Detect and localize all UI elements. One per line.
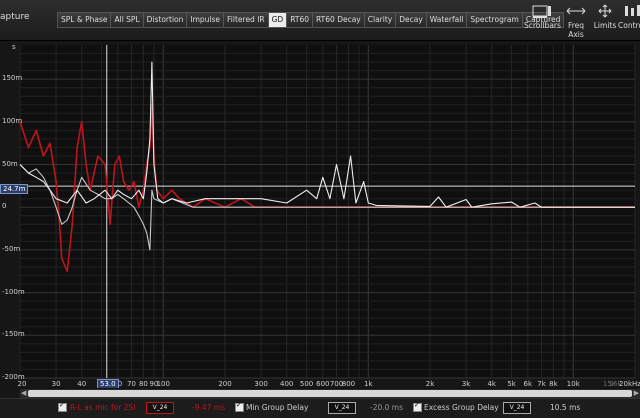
legend-value-excess-group-delay: 10.5 ms xyxy=(550,403,581,412)
x-tick-label: 200 xyxy=(218,380,232,388)
legend-checkbox-excess-group-delay[interactable] xyxy=(413,401,422,412)
x-tick-label: 20 xyxy=(17,380,27,388)
x-tick-label: 70 xyxy=(127,380,136,388)
y-tick-label: 0 xyxy=(2,202,7,211)
freq-axis-button[interactable]: Freq Axis xyxy=(561,4,591,39)
tab-waterfall[interactable]: Waterfall xyxy=(425,12,467,28)
y-tick-label: -150m xyxy=(2,330,25,339)
tab-spectrogram[interactable]: Spectrogram xyxy=(466,12,522,28)
x-tick-label: 600 xyxy=(316,380,330,388)
x-tick-label: 300 xyxy=(254,380,268,388)
limits-icon xyxy=(598,4,612,18)
top-toolbar: apture SPL & Phase All SPL Distortion Impul… xyxy=(0,0,640,41)
scroll-right-icon[interactable]: ▶ xyxy=(634,389,639,397)
x-tick-label: 80 xyxy=(138,380,148,388)
tab-filtered-ir[interactable]: Filtered IR xyxy=(223,12,268,28)
tab-rt60[interactable]: RT60 xyxy=(286,12,313,28)
x-tick-label: 5k xyxy=(507,380,516,388)
legend-swatch-min-group-delay[interactable]: V_24 xyxy=(328,402,356,414)
x-tick-label: 30 xyxy=(51,380,61,388)
x-tick-label: 10k xyxy=(566,380,580,388)
tab-distortion[interactable]: Distortion xyxy=(142,12,187,28)
tab-gd[interactable]: GD xyxy=(267,12,287,28)
scroll-left-icon[interactable]: ◀ xyxy=(21,389,26,397)
tab-spl-phase[interactable]: SPL & Phase xyxy=(57,12,111,28)
controls-icon xyxy=(625,5,640,16)
x-tick-label: 6k xyxy=(523,380,533,388)
controls-button[interactable]: Controls xyxy=(618,4,640,30)
scroll-thumb[interactable] xyxy=(28,390,632,397)
legend-value-measurement: -9.47 ms xyxy=(192,403,226,412)
legend-bar: R-L as mic for 2SI V_24 -9.47 ms Min Gro… xyxy=(0,398,640,418)
graph-canvas[interactable] xyxy=(0,40,640,396)
y-tick-label: 50m xyxy=(2,159,18,168)
legend-swatch-excess-group-delay[interactable]: V_24 xyxy=(503,402,531,414)
horizontal-scrollbar[interactable]: ◀ ▶ xyxy=(20,388,640,398)
scrollbars-button[interactable]: Scrollbars xyxy=(524,4,561,30)
legend-label-excess-group-delay: Excess Group Delay xyxy=(424,403,499,412)
scrollbars-icon xyxy=(532,5,551,18)
tab-all-spl[interactable]: All SPL xyxy=(110,12,143,28)
freq-axis-label: Freq Axis xyxy=(567,21,585,39)
tab-impulse[interactable]: Impulse xyxy=(186,12,224,28)
legend-label-measurement: R-L as mic for 2SI xyxy=(70,403,136,412)
limits-button[interactable]: Limits xyxy=(593,4,617,30)
y-tick-label: -100m xyxy=(2,287,25,296)
x-tick-label: 2k xyxy=(425,380,435,388)
y-cursor-readout[interactable]: 24.7m xyxy=(0,184,29,194)
legend-checkbox-measurement[interactable] xyxy=(58,401,67,412)
x-tick-label: 100 xyxy=(156,380,170,388)
x-tick-label: 500 xyxy=(299,380,314,388)
x-tick-label: 3k xyxy=(461,380,471,388)
tab-rt60-decay[interactable]: RT60 Decay xyxy=(312,12,364,28)
x-tick-label: 7k xyxy=(537,380,546,388)
capture-button-label[interactable]: apture xyxy=(0,12,30,22)
limits-label: Limits xyxy=(593,21,617,30)
freq-axis-icon xyxy=(566,7,586,15)
legend-swatch-measurement[interactable]: V_24 xyxy=(146,402,174,414)
graph-tabs: SPL & Phase All SPL Distortion Impulse Filte… xyxy=(57,12,565,28)
x-tick-label: 400 xyxy=(280,380,294,388)
x-tick-label: 8k xyxy=(549,380,558,388)
controls-label: Controls xyxy=(618,21,640,30)
scrollbars-label: Scrollbars xyxy=(524,21,561,30)
legend-checkbox-min-group-delay[interactable] xyxy=(235,401,244,412)
legend-value-min-group-delay: -20.0 ms xyxy=(370,403,404,412)
y-tick-label: 150m xyxy=(2,74,23,83)
legend-label-min-group-delay: Min Group Delay xyxy=(246,403,309,412)
x-tick-label: 40 xyxy=(77,380,87,388)
y-tick-label: 100m xyxy=(2,116,23,125)
group-delay-graph[interactable]: 150m100m50m0-50m-100m-150m-200ms 2030405… xyxy=(0,40,640,396)
plot-area xyxy=(20,45,635,378)
y-tick-label: -50m xyxy=(2,244,21,253)
x-tick-label: 800 xyxy=(341,380,356,388)
x-tick-label: 4k xyxy=(487,380,496,388)
x-tick-label: 1k xyxy=(364,380,373,388)
tab-clarity[interactable]: Clarity xyxy=(363,12,396,28)
tab-decay[interactable]: Decay xyxy=(395,12,426,28)
y-axis-unit: s xyxy=(12,43,16,51)
x-tick-label: 20kHz xyxy=(619,380,640,388)
